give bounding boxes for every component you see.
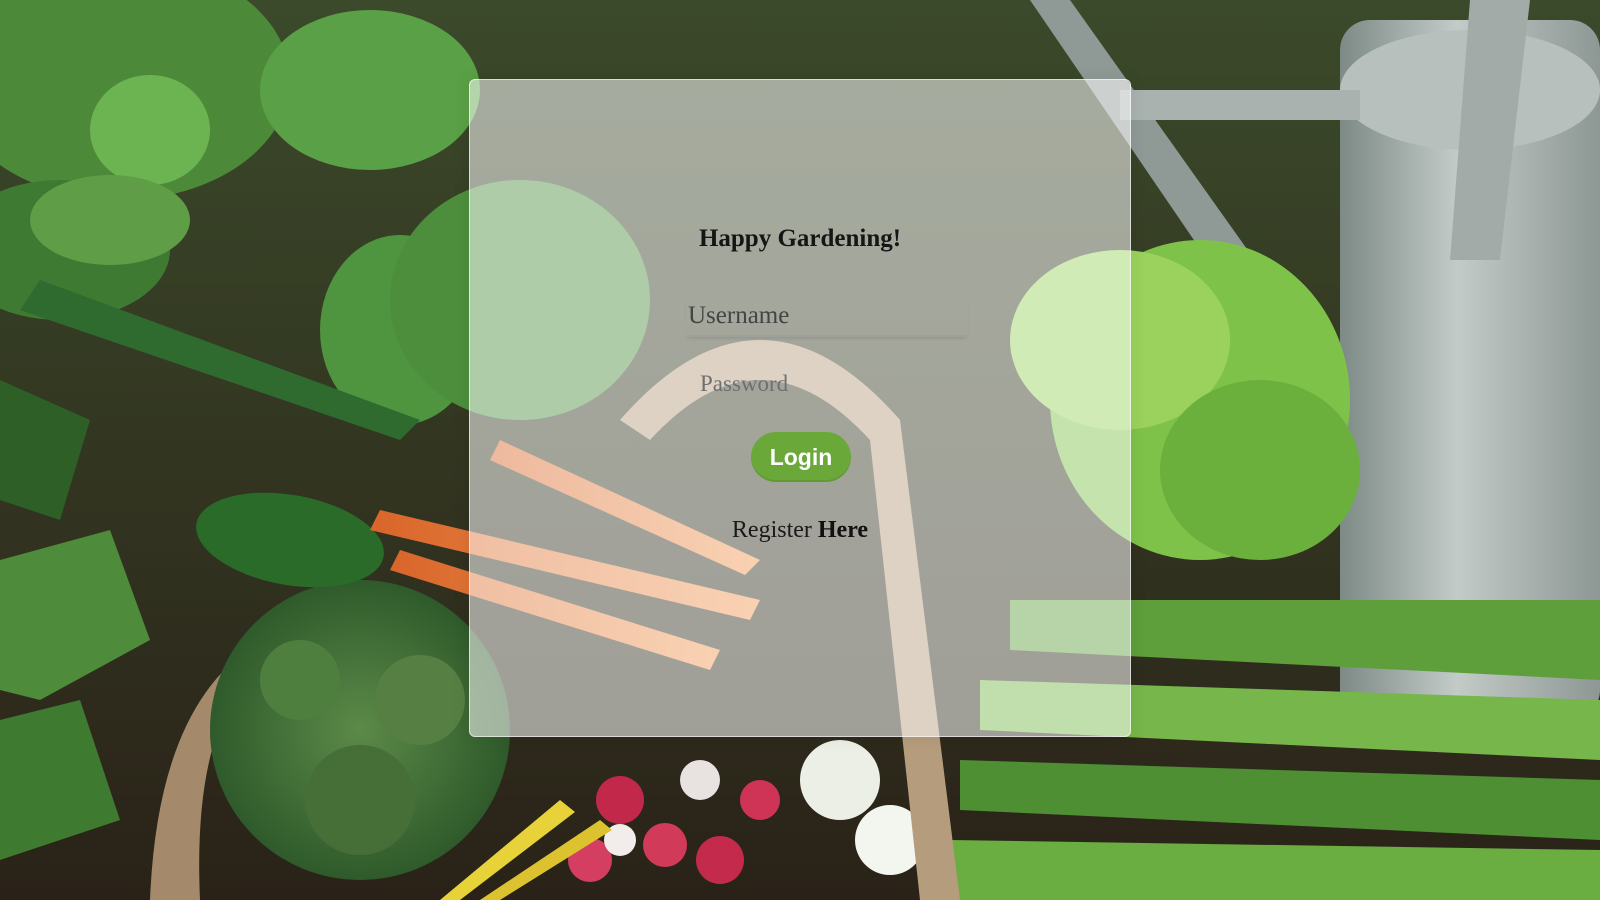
- register-line: Register Here: [470, 517, 1130, 544]
- password-input[interactable]: [698, 367, 960, 401]
- login-button[interactable]: Login: [751, 432, 851, 482]
- register-text: Register: [731, 517, 812, 543]
- login-card: Happy Gardening! Login Register Here: [469, 79, 1131, 737]
- username-input[interactable]: [686, 297, 968, 337]
- register-link[interactable]: Here: [818, 517, 868, 543]
- page-title: Happy Gardening!: [698, 225, 902, 252]
